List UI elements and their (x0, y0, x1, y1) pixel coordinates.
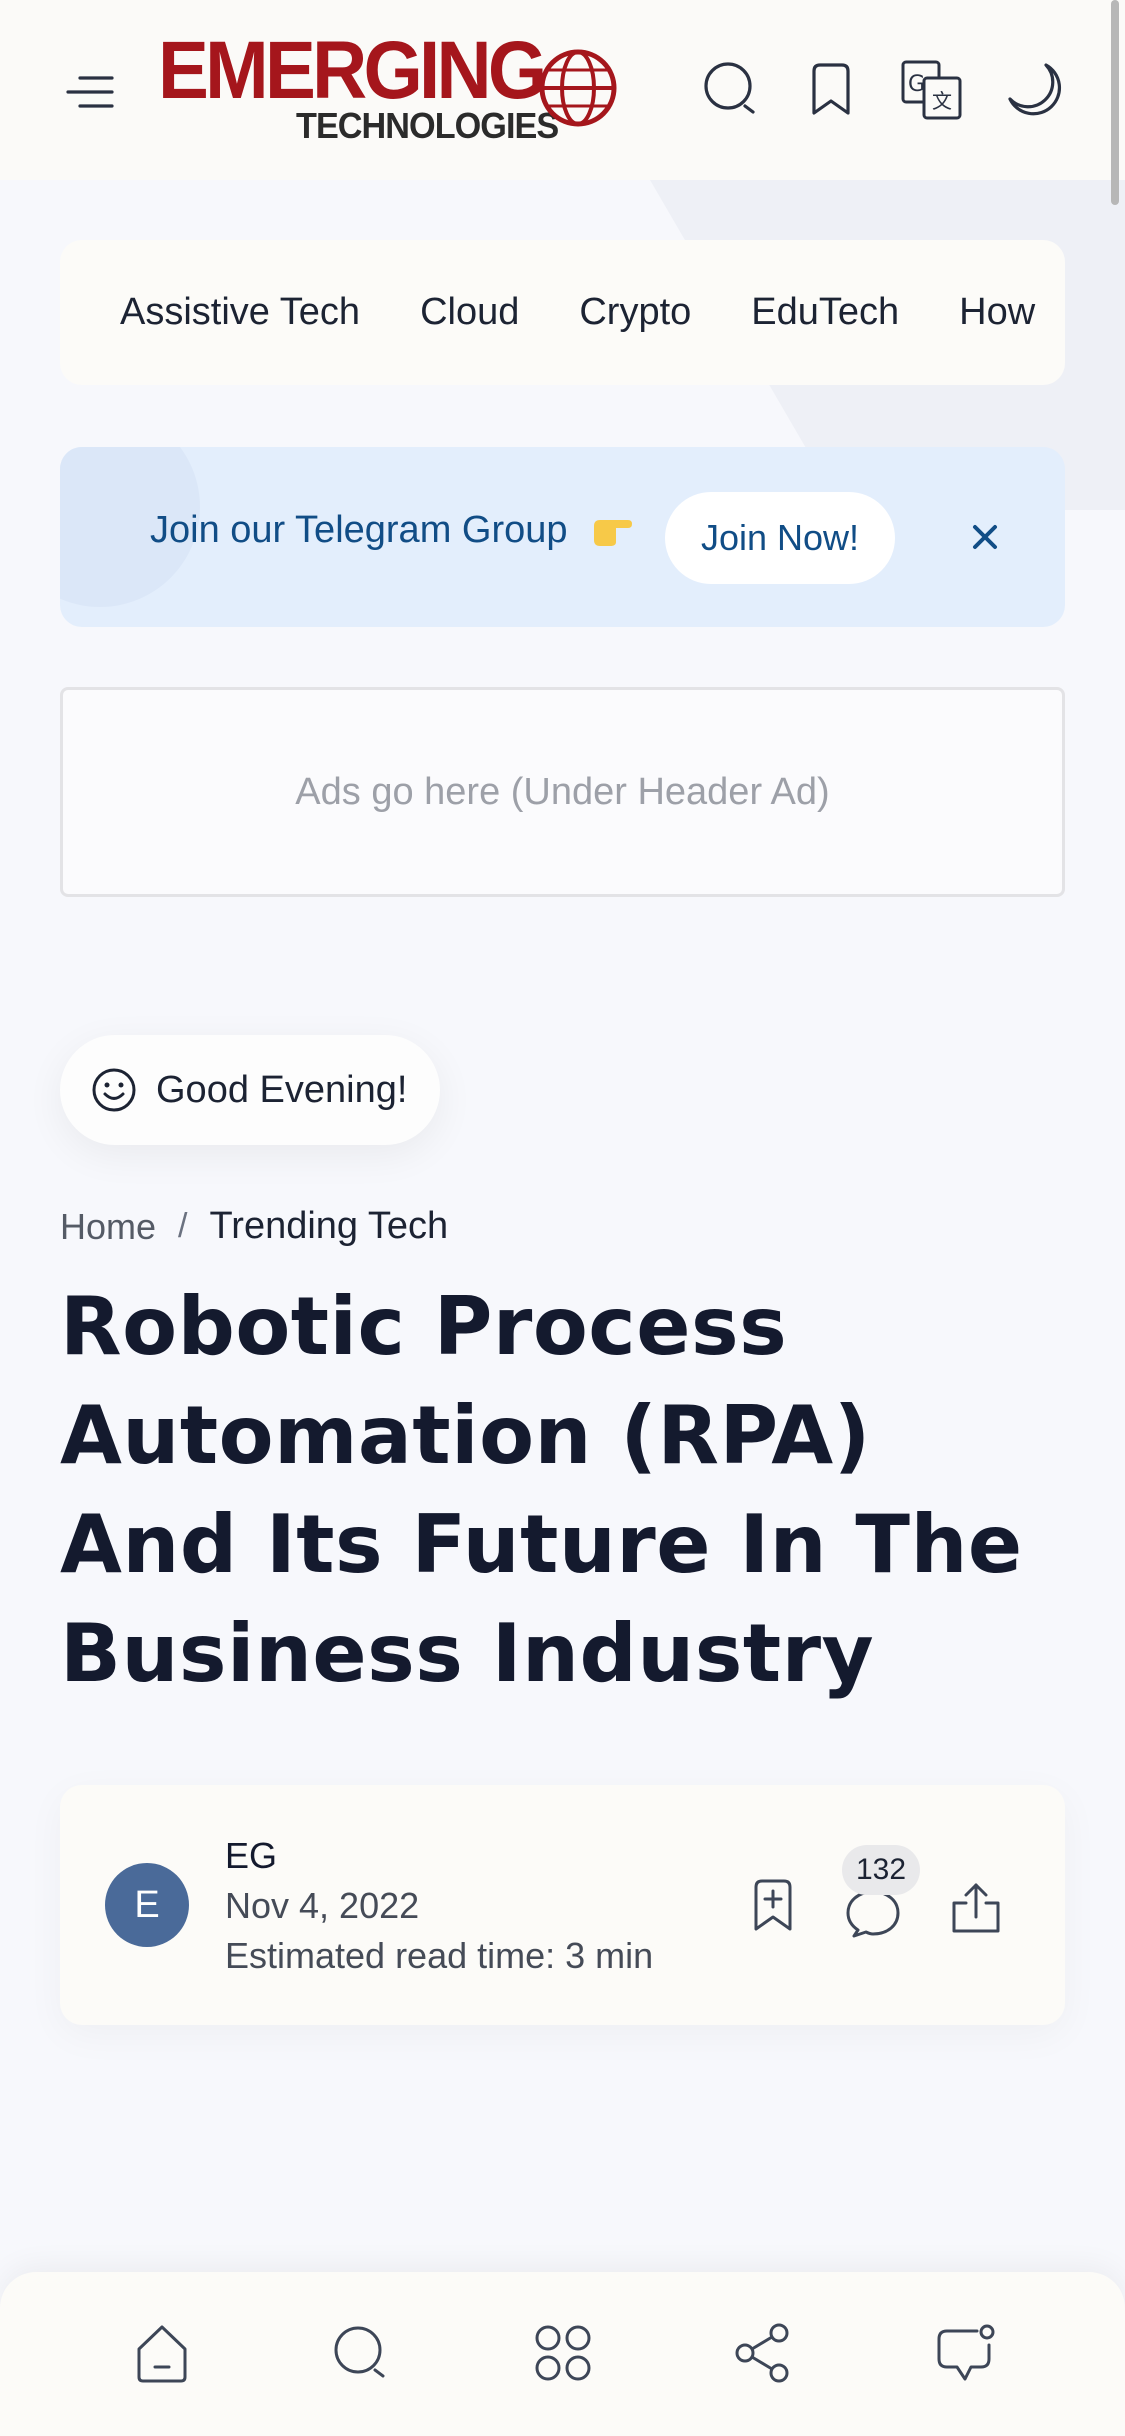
telegram-banner: Join our Telegram Group Join Now! (60, 447, 1065, 627)
moon-icon[interactable] (1005, 60, 1065, 120)
category-assistive-tech[interactable]: Assistive Tech (120, 291, 360, 334)
close-icon[interactable] (965, 517, 1005, 557)
breadcrumb-home[interactable]: Home (60, 1206, 156, 1248)
ad-placeholder: Ads go here (Under Header Ad) (60, 687, 1065, 897)
author-name[interactable]: EG (225, 1835, 277, 1877)
menu-icon[interactable] (58, 66, 122, 118)
top-header: EMERGING TECHNOLOGIES G 文 (0, 0, 1125, 180)
avatar[interactable]: E (105, 1863, 189, 1947)
logo-sub-text: TECHNOLOGIES (296, 105, 559, 146)
logo-main-text: EMERGING (158, 25, 547, 116)
globe-icon (539, 49, 617, 127)
category-how[interactable]: How (959, 291, 1035, 334)
svg-text:G: G (908, 72, 925, 97)
translate-icon[interactable]: G 文 (900, 58, 964, 122)
share-icon[interactable] (946, 1879, 1006, 1939)
greeting-text: Good Evening! (156, 1068, 408, 1111)
greeting-pill: Good Evening! (60, 1035, 440, 1145)
svg-text:文: 文 (932, 89, 952, 113)
ad-text: Ads go here (Under Header Ad) (295, 770, 830, 813)
breadcrumb: Home / Trending Tech (60, 1205, 448, 1248)
category-cloud[interactable]: Cloud (420, 291, 519, 334)
breadcrumb-current[interactable]: Trending Tech (209, 1205, 448, 1248)
join-now-button[interactable]: Join Now! (665, 492, 895, 584)
category-crypto[interactable]: Crypto (579, 291, 691, 334)
chat-icon[interactable] (934, 2322, 998, 2386)
bottom-nav (0, 2272, 1125, 2436)
publish-date: Nov 4, 2022 (225, 1885, 420, 1926)
smiley-icon (92, 1068, 136, 1112)
search-icon[interactable] (700, 58, 762, 120)
categories-icon[interactable] (532, 2322, 594, 2384)
telegram-banner-text: Join our Telegram Group (150, 509, 568, 551)
add-bookmark-icon[interactable] (748, 1877, 798, 1935)
comment-count-badge[interactable]: 132 (842, 1845, 920, 1895)
category-nav: Assistive Tech Cloud Crypto EduTech How (60, 240, 1065, 385)
site-logo[interactable]: EMERGING TECHNOLOGIES (158, 30, 620, 150)
read-time: Estimated read time: 3 min (225, 1935, 654, 1976)
bookmark-icon[interactable] (806, 60, 856, 120)
share-network-icon[interactable] (732, 2322, 794, 2384)
author-card: E EG Nov 4, 2022 Estimated read time: 3 … (60, 1785, 1065, 2025)
search-icon[interactable] (330, 2322, 392, 2384)
breadcrumb-separator: / (178, 1207, 188, 1245)
category-edutech[interactable]: EduTech (751, 291, 899, 334)
home-icon[interactable] (132, 2322, 192, 2386)
scrollbar[interactable] (1111, 0, 1119, 205)
article-title: Robotic Process Automation (RPA) And Its… (60, 1280, 1023, 1700)
pointing-hand-icon (594, 520, 632, 546)
